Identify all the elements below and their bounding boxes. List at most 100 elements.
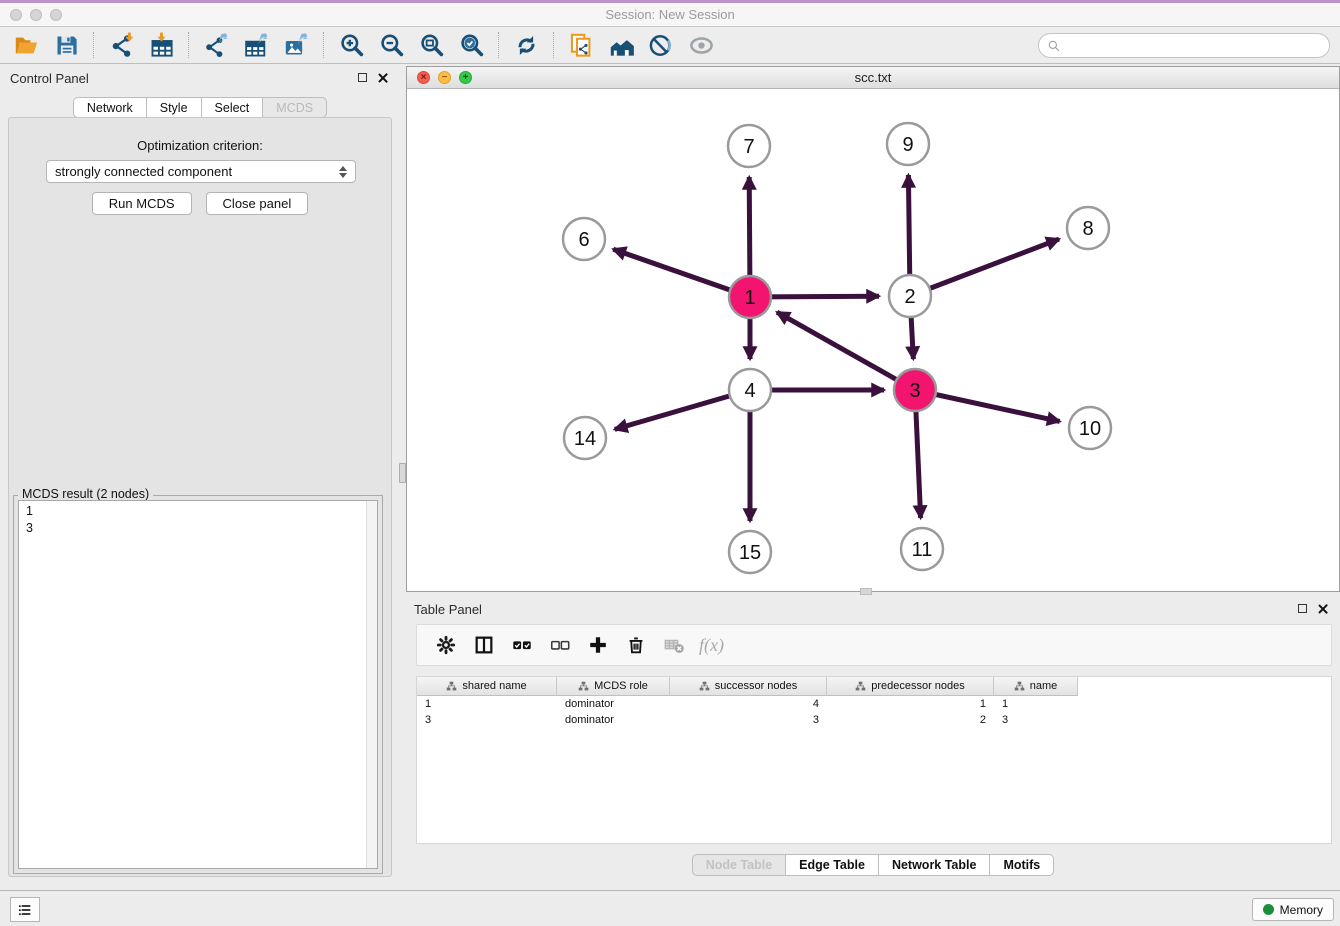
run-mcds-button[interactable]: Run MCDS <box>92 192 192 215</box>
search-box[interactable] <box>1038 33 1330 58</box>
graph-node-10[interactable]: 10 <box>1069 407 1111 449</box>
table-row[interactable]: 1dominator411 <box>417 696 1331 712</box>
cell-predecessor-nodes[interactable]: 1 <box>827 696 994 712</box>
refresh-layout-button[interactable] <box>506 29 546 61</box>
memory-button[interactable]: Memory <box>1252 898 1334 921</box>
add-column-button[interactable] <box>579 630 617 660</box>
graph-node-15[interactable]: 15 <box>729 531 771 573</box>
edge-2-8[interactable] <box>910 239 1059 296</box>
column-header-successor-nodes[interactable]: successor nodes <box>670 677 827 696</box>
column-header-MCDS-role[interactable]: MCDS role <box>557 677 670 696</box>
tab-edge-table[interactable]: Edge Table <box>786 854 879 876</box>
cell-name[interactable]: 3 <box>994 712 1078 728</box>
mcds-result-textarea[interactable]: 13 <box>18 500 378 869</box>
float-table-panel-icon[interactable] <box>1298 604 1307 613</box>
cell-MCDS-role[interactable]: dominator <box>557 696 670 712</box>
graph-node-14[interactable]: 14 <box>564 417 606 459</box>
table-tabs: Node TableEdge TableNetwork TableMotifs <box>406 854 1340 876</box>
export-image-icon <box>283 32 310 59</box>
graph-node-9[interactable]: 9 <box>887 123 929 165</box>
table-settings-button[interactable] <box>427 630 465 660</box>
graph-node-7[interactable]: 7 <box>728 125 770 167</box>
graph-node-3[interactable]: 3 <box>894 369 936 411</box>
delete-column-button[interactable] <box>617 630 655 660</box>
graph-node-1[interactable]: 1 <box>729 276 771 318</box>
cell-MCDS-role[interactable]: dominator <box>557 712 670 728</box>
svg-text:2: 2 <box>904 286 915 308</box>
table-toolbar: f(x) <box>416 624 1332 666</box>
splitter-handle-horizontal[interactable] <box>860 588 872 595</box>
table-row[interactable]: 3dominator323 <box>417 712 1331 728</box>
close-panel-button[interactable]: Close panel <box>206 192 309 215</box>
column-header-shared-name[interactable]: shared name <box>417 677 557 696</box>
delete-table-button[interactable] <box>655 630 693 660</box>
open-file-button[interactable] <box>6 29 46 61</box>
tree-header-icon <box>855 681 866 692</box>
tab-node-table[interactable]: Node Table <box>692 854 786 876</box>
memory-label: Memory <box>1280 903 1323 917</box>
svg-text:14: 14 <box>574 428 596 450</box>
function-builder-button[interactable]: f(x) <box>699 635 724 656</box>
export-network-icon <box>203 32 230 59</box>
cell-successor-nodes[interactable]: 3 <box>670 712 827 728</box>
export-image-button[interactable] <box>276 29 316 61</box>
tab-motifs[interactable]: Motifs <box>990 854 1054 876</box>
import-network-button[interactable] <box>101 29 141 61</box>
column-header-predecessor-nodes[interactable]: predecessor nodes <box>827 677 994 696</box>
task-history-button[interactable] <box>10 897 40 922</box>
import-table-button[interactable] <box>141 29 181 61</box>
toolbar-separator <box>188 32 189 58</box>
tab-network[interactable]: Network <box>73 97 147 118</box>
search-input[interactable] <box>1066 39 1321 53</box>
zoom-out-button[interactable] <box>371 29 411 61</box>
memory-status-icon <box>1263 904 1274 915</box>
graph-node-4[interactable]: 4 <box>729 369 771 411</box>
svg-text:1: 1 <box>744 287 755 309</box>
graph-node-8[interactable]: 8 <box>1067 207 1109 249</box>
cell-predecessor-nodes[interactable]: 2 <box>827 712 994 728</box>
svg-text:8: 8 <box>1082 218 1093 240</box>
mcds-result-title: MCDS result (2 nodes) <box>18 487 153 501</box>
show-graphics-details-icon <box>688 32 715 59</box>
svg-text:15: 15 <box>739 542 761 564</box>
close-table-panel-icon[interactable] <box>1317 603 1328 614</box>
tab-style[interactable]: Style <box>147 97 202 118</box>
select-all-rows-button[interactable] <box>503 630 541 660</box>
zoom-fit-button[interactable] <box>411 29 451 61</box>
cell-name[interactable]: 1 <box>994 696 1078 712</box>
export-table-button[interactable] <box>236 29 276 61</box>
graph-node-11[interactable]: 11 <box>901 528 943 570</box>
control-panel: Control Panel NetworkStyleSelectMCDS Opt… <box>0 66 400 890</box>
column-header-name[interactable]: name <box>994 677 1078 696</box>
cell-shared-name[interactable]: 3 <box>417 712 557 728</box>
tab-mcds[interactable]: MCDS <box>263 97 327 118</box>
zoom-selected-button[interactable] <box>451 29 491 61</box>
network-canvas[interactable]: 1 2 3 4 6 7 8 9 10 11 14 15 <box>407 89 1339 591</box>
home-view-button[interactable] <box>601 29 641 61</box>
close-panel-icon[interactable] <box>377 72 388 83</box>
result-scrollbar[interactable] <box>366 501 377 868</box>
deselect-all-rows-button[interactable] <box>541 630 579 660</box>
graph-node-2[interactable]: 2 <box>889 275 931 317</box>
show-columns-button[interactable] <box>465 630 503 660</box>
graph-node-6[interactable]: 6 <box>563 218 605 260</box>
show-graphics-details-button[interactable] <box>681 29 721 61</box>
criterion-dropdown[interactable]: strongly connected component <box>46 160 356 183</box>
svg-text:4: 4 <box>744 380 755 402</box>
clone-network-button[interactable] <box>561 29 601 61</box>
cell-successor-nodes[interactable]: 4 <box>670 696 827 712</box>
hide-graphics-details-button[interactable] <box>641 29 681 61</box>
tab-network-table[interactable]: Network Table <box>879 854 991 876</box>
cell-shared-name[interactable]: 1 <box>417 696 557 712</box>
save-session-button[interactable] <box>46 29 86 61</box>
tab-select[interactable]: Select <box>202 97 264 118</box>
optimization-criterion-label: Optimization criterion: <box>9 138 391 153</box>
criterion-value: strongly connected component <box>55 164 232 179</box>
float-panel-icon[interactable] <box>358 73 367 82</box>
table-body: 1dominator4113dominator323 <box>417 696 1331 728</box>
zoom-in-button[interactable] <box>331 29 371 61</box>
export-network-button[interactable] <box>196 29 236 61</box>
splitter-handle[interactable] <box>399 463 406 483</box>
network-window-title: scc.txt <box>407 70 1339 85</box>
edge-3-1[interactable] <box>777 312 915 390</box>
